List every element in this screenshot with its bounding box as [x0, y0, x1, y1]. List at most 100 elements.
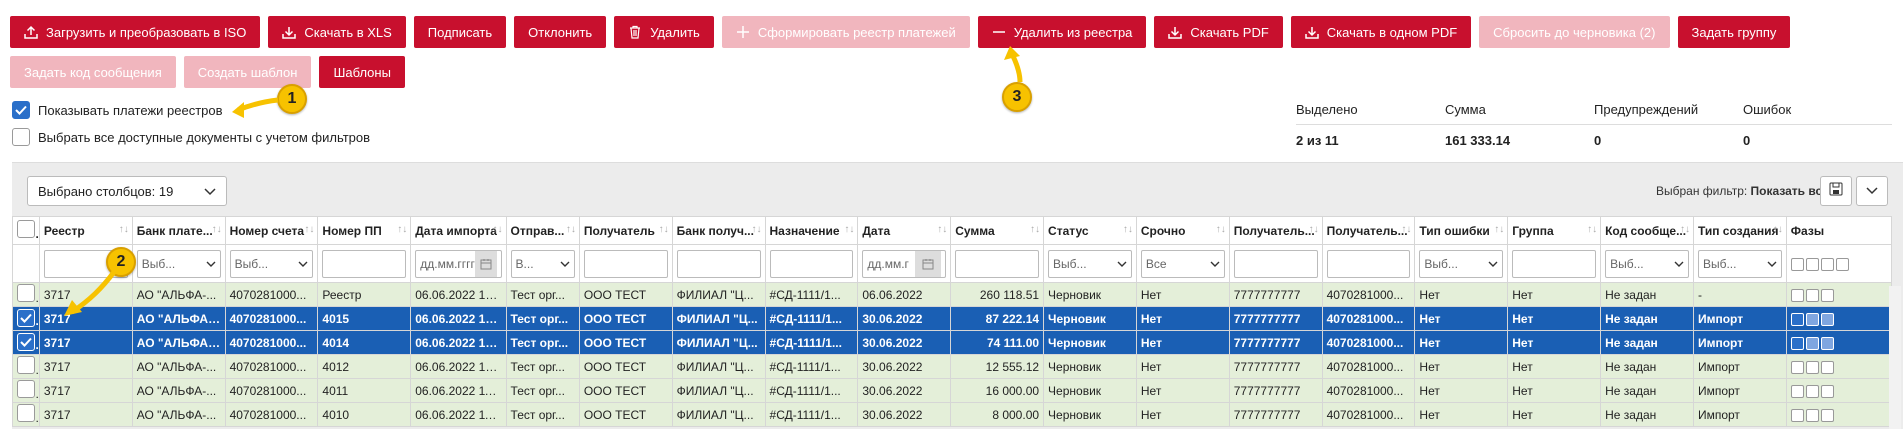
row-checkbox[interactable] — [17, 333, 35, 351]
sort-icon[interactable]: ↑↓ — [1587, 224, 1597, 235]
column-header[interactable]: Дата ↑↓ — [857, 216, 952, 245]
column-header[interactable]: Сумма ↑↓ — [950, 216, 1045, 245]
sort-icon[interactable]: ↑↓ — [1123, 224, 1133, 235]
toolbar-button-0[interactable]: Загрузить и преобразовать в ISO — [10, 16, 261, 48]
table-cell: Черновик — [1043, 306, 1137, 331]
filter-date-input[interactable]: дд.мм.гггг — [415, 249, 502, 278]
vertical-scrollbar[interactable] — [1889, 286, 1901, 429]
filter-menu-button[interactable] — [1856, 176, 1888, 206]
toolbar-button-13[interactable]: Шаблоны — [319, 56, 405, 88]
filter-input[interactable] — [1326, 249, 1411, 278]
columns-selector[interactable]: Выбрано столбцов: 19 — [27, 176, 227, 206]
table-row[interactable]: 3717 АО "АЛЬФА-... 4070281000... Реестр 06.0… — [12, 282, 1893, 307]
sort-icon[interactable]: ↑↓ — [212, 224, 222, 235]
phase-filter-box[interactable] — [1820, 257, 1834, 271]
row-checkbox[interactable] — [17, 404, 35, 422]
show-registry-payments-option[interactable]: Показывать платежи реестров — [12, 101, 223, 119]
filter-select[interactable]: Выб... — [1419, 249, 1504, 278]
filter-select[interactable]: Выб... — [136, 249, 221, 278]
toolbar-button-3[interactable]: Отклонить — [514, 16, 607, 48]
table-row[interactable]: 3717 АО "АЛЬФА-... 4070281000... 4015 06.06.… — [12, 306, 1893, 331]
calendar-icon[interactable] — [474, 250, 497, 277]
column-header[interactable]: Отправ... ↑↓ — [505, 216, 580, 245]
save-filter-button[interactable] — [1820, 176, 1852, 206]
toolbar-button-9[interactable]: Сбросить до черновика (2) — [1479, 16, 1670, 48]
column-header[interactable]: Банк плате... ↑↓ — [131, 216, 226, 245]
filter-date-input[interactable]: дд.мм.г — [862, 249, 947, 278]
sort-icon[interactable]: ↑↓ — [752, 224, 762, 235]
column-header[interactable]: Получатель ↑↓ — [578, 216, 673, 245]
table-row[interactable]: 3717 АО "АЛЬФА-... 4070281000... 4010 06.06.… — [12, 402, 1893, 427]
sort-icon[interactable]: ↑↓ — [304, 224, 314, 235]
sort-icon[interactable]: ↑↓ — [493, 224, 503, 235]
select-all-docs-checkbox[interactable] — [12, 128, 30, 146]
toolbar-button-7[interactable]: Скачать PDF — [1154, 16, 1283, 48]
filter-select[interactable]: В... — [510, 249, 575, 278]
column-header[interactable]: Срочно ↑↓ — [1135, 216, 1230, 245]
row-checkbox[interactable] — [17, 309, 35, 327]
filter-select[interactable]: Выб... — [1605, 249, 1689, 278]
row-checkbox[interactable] — [17, 380, 35, 398]
toolbar-button-2[interactable]: Подписать — [413, 16, 507, 48]
column-header[interactable]: Реестр ↑↓ — [38, 216, 133, 245]
filter-input[interactable] — [769, 249, 854, 278]
filter-select[interactable]: Выб... — [229, 249, 314, 278]
filter-select[interactable]: Все — [1140, 249, 1225, 278]
filter-select[interactable]: Выб... — [1697, 249, 1782, 278]
column-header[interactable]: Группа ↑↓ — [1507, 216, 1602, 245]
column-header[interactable]: Получатель... ↑↓ — [1228, 216, 1323, 245]
filter-input[interactable] — [955, 249, 1040, 278]
filter-input[interactable] — [1233, 249, 1318, 278]
toolbar-button-10[interactable]: Задать группу — [1677, 16, 1791, 48]
column-header[interactable]: Банк получ... ↑↓ — [671, 216, 766, 245]
sort-icon[interactable]: ↑↓ — [566, 224, 576, 235]
sort-icon[interactable]: ↑↓ — [1309, 224, 1319, 235]
row-checkbox[interactable] — [17, 356, 35, 374]
sort-icon[interactable]: ↑↓ — [937, 224, 947, 235]
sort-icon[interactable]: ↑↓ — [1401, 224, 1411, 235]
table-cell: 8 000.00 — [950, 402, 1045, 427]
filter-input[interactable] — [322, 249, 407, 278]
column-header[interactable]: Тип создания ↑↓ — [1692, 216, 1787, 245]
sort-icon[interactable]: ↑↓ — [1030, 224, 1040, 235]
sort-icon[interactable]: ↑↓ — [659, 224, 669, 235]
phase-filter-box[interactable] — [1835, 257, 1849, 271]
sort-icon[interactable]: ↑↓ — [397, 224, 407, 235]
column-header[interactable]: Дата импорта ↑↓ — [410, 216, 507, 245]
table-row[interactable]: 3717 АО "АЛЬФА-... 4070281000... 4011 06.06.… — [12, 378, 1893, 403]
show-registry-payments-checkbox[interactable] — [12, 101, 30, 119]
toolbar-button-8[interactable]: Скачать в одном PDF — [1290, 16, 1472, 48]
sort-icon[interactable]: ↑↓ — [119, 224, 129, 235]
sort-icon[interactable]: ↑↓ — [844, 224, 854, 235]
sort-icon[interactable]: ↑↓ — [1680, 224, 1690, 235]
column-header[interactable]: Фазы — [1785, 216, 1893, 245]
phase-filter-box[interactable] — [1790, 257, 1804, 271]
select-all-checkbox[interactable] — [17, 220, 35, 238]
select-all-header[interactable] — [12, 216, 40, 245]
column-header[interactable]: Получатель... ↑↓ — [1321, 216, 1416, 245]
table-cell: Нет — [1507, 402, 1602, 427]
sort-icon[interactable]: ↑↓ — [1216, 224, 1226, 235]
calendar-icon[interactable] — [915, 250, 942, 277]
table-row[interactable]: 3717 АО "АЛЬФА-... 4070281000... 4014 06.06.… — [12, 330, 1893, 355]
column-header[interactable]: Статус ↑↓ — [1043, 216, 1137, 245]
select-all-docs-option[interactable]: Выбрать все доступные документы с учетом… — [12, 128, 370, 146]
row-checkbox[interactable] — [17, 284, 35, 302]
column-header[interactable]: Номер счета ↑↓ — [224, 216, 319, 245]
toolbar-button-1[interactable]: Скачать в XLS — [268, 16, 406, 48]
toolbar-button-11[interactable]: Задать код сообщения — [10, 56, 176, 88]
phase-filter-box[interactable] — [1805, 257, 1819, 271]
column-header[interactable]: Код сообще... ↑↓ — [1600, 216, 1694, 245]
toolbar-button-4[interactable]: Удалить — [614, 16, 714, 48]
column-header[interactable]: Номер ПП ↑↓ — [317, 216, 412, 245]
sort-icon[interactable]: ↑↓ — [1773, 224, 1783, 235]
filter-input[interactable] — [1512, 249, 1597, 278]
filter-input[interactable] — [676, 249, 761, 278]
toolbar-button-5[interactable]: Сформировать реестр платежей — [721, 16, 970, 48]
filter-input[interactable] — [583, 249, 668, 278]
filter-select[interactable]: Выб... — [1048, 249, 1132, 278]
column-header[interactable]: Назначение ↑↓ — [764, 216, 859, 245]
table-row[interactable]: 3717 АО "АЛЬФА-... 4070281000... 4012 06.06.… — [12, 354, 1893, 379]
sort-icon[interactable]: ↑↓ — [1494, 224, 1504, 235]
column-header[interactable]: Тип ошибки ↑↓ — [1414, 216, 1509, 245]
